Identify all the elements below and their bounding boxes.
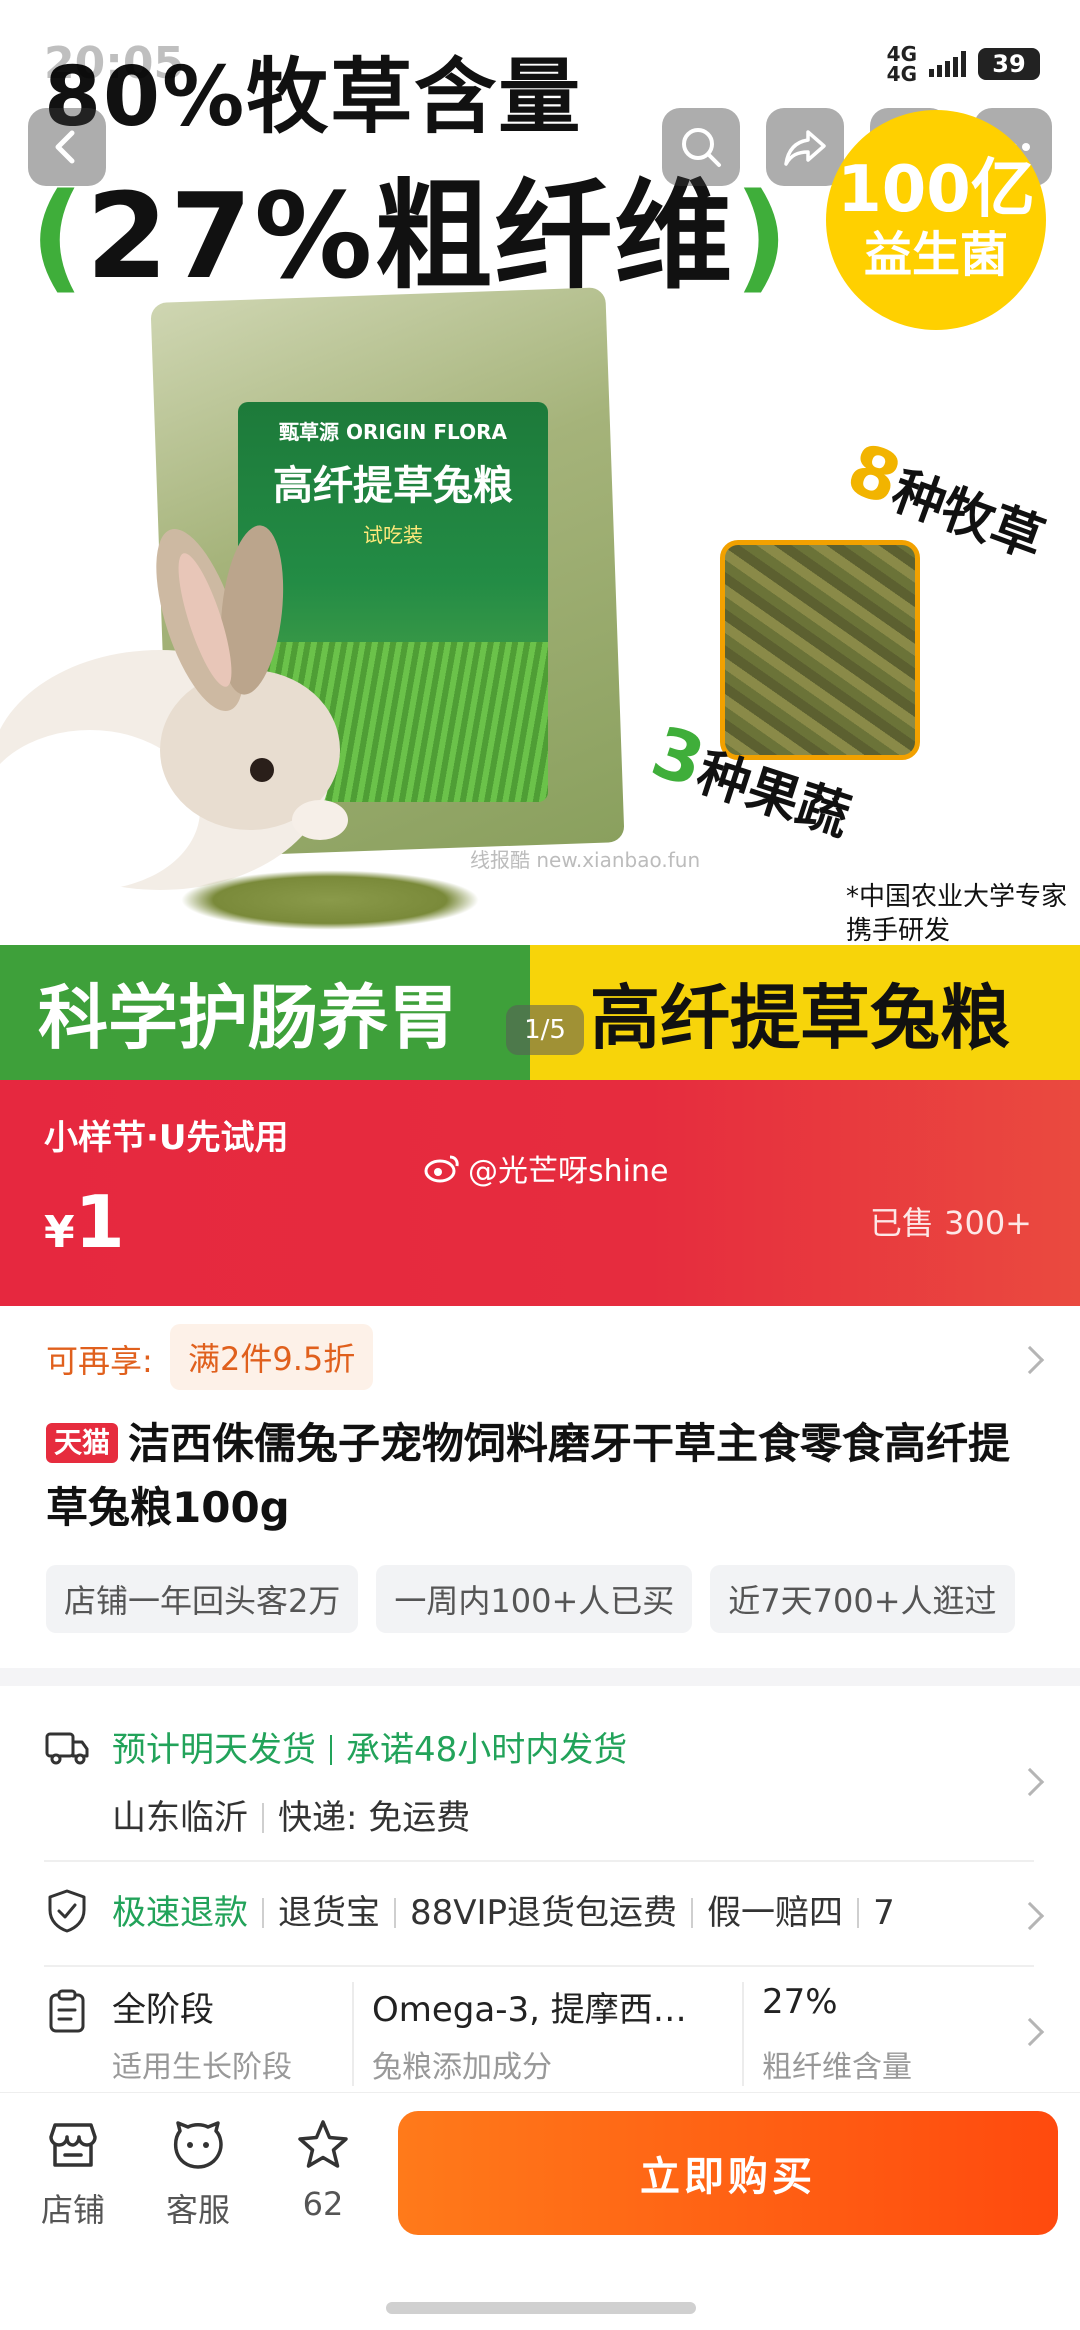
store-icon (49, 2123, 97, 2167)
tag-weekly-buyers: 一周内100+人已买 (376, 1565, 693, 1633)
price-value: 1 (74, 1180, 125, 1264)
bottom-action-bar: 店铺 客服 62 立即购买 (0, 2092, 1080, 2330)
delivery-truck-icon (45, 1732, 89, 1765)
product-title: 天猫 洁西侏儒兔子宠物饲料磨牙干草主食零食高纤提草兔粮100g (46, 1412, 1046, 1540)
row-divider (44, 1965, 1034, 1967)
customer-service-button[interactable]: 客服 (143, 2117, 253, 2231)
status-time: 20:05 (44, 38, 185, 89)
back-button[interactable] (28, 108, 106, 186)
discount-row[interactable]: 可再享: 满2件9.5折 (0, 1320, 1080, 1402)
customer-service-label: 客服 (165, 2191, 230, 2229)
shop-label: 店铺 (40, 2191, 105, 2229)
attribute-item: 全阶段 适用生长阶段 (112, 1982, 352, 2086)
rabbit-image (0, 525, 348, 890)
social-proof-tags: 店铺一年回头客2万 一周内100+人已买 近7天700+人逛过 (46, 1565, 1080, 1635)
bag-brand: 甄草源 ORIGIN FLORA (279, 420, 507, 444)
section-divider (0, 1668, 1080, 1686)
network-indicator-2: 4G (886, 62, 917, 86)
attributes-list: 全阶段 适用生长阶段 Omega-3, 提摩西… 兔粮添加成分 27% 粗纤维含… (112, 1982, 992, 2086)
shipping-estimate: 预计明天发货 承诺48小时内发货 (112, 1722, 627, 1771)
tmall-badge: 天猫 (46, 1423, 119, 1463)
attribute-value: 27% (762, 1982, 838, 2022)
probiotic-badge: 100亿 益生菌 (826, 110, 1046, 330)
research-note: *中国农业大学专家 携手研发 (846, 880, 1067, 948)
signal-icon (929, 51, 966, 77)
shipping-promise: 承诺48小时内发货 (346, 1730, 628, 1770)
chevron-left-icon (55, 130, 75, 164)
battery-icon: 39 (978, 48, 1040, 80)
return-insurance: 退货宝 (278, 1893, 380, 1933)
sold-count: 已售 300+ (869, 1204, 1032, 1242)
banner-gut-care: 科学护肠养胃 (0, 945, 530, 1080)
shipping-details: 山东临沂 快递: 免运费 (112, 1790, 470, 1839)
tag-recent-visitors: 近7天700+人逛过 (710, 1565, 1015, 1633)
attribute-value: 全阶段 (112, 1990, 214, 2030)
network-indicator: 4G 4G (886, 42, 917, 86)
tag-returning-customers: 店铺一年回头客2万 (46, 1565, 359, 1633)
favorite-button[interactable]: 62 (268, 2117, 378, 2223)
shipping-estimate-text: 预计明天发货 (112, 1730, 316, 1770)
row-divider (44, 1860, 1034, 1862)
attribute-item: 27% 粗纤维含量 (742, 1982, 992, 2086)
bag-title: 高纤提草兔粮 (273, 463, 513, 509)
shield-check-icon (48, 1889, 86, 1933)
product-image-carousel[interactable]: 80%牧草含量 20:05 (27%粗纤维) 4G 4G 39 100亿 益生菌… (0, 0, 1080, 1080)
fast-refund: 极速退款 (112, 1893, 248, 1933)
star-icon (298, 2120, 348, 2168)
probiotic-badge-amount: 100亿 (837, 153, 1035, 227)
returns-info: 极速退款 退货宝 88VIP退货包运费 假一赔四 7 (112, 1885, 992, 1934)
clipboard-icon (49, 1989, 85, 2033)
attribute-key: 兔粮添加成分 (372, 2050, 552, 2085)
attribute-item: Omega-3, 提摩西… 兔粮添加成分 (352, 1982, 742, 2086)
weibo-icon (424, 1155, 459, 1183)
watermark-text: 线报酷 new.xianbao.fun (470, 848, 701, 872)
share-icon (784, 130, 826, 166)
price: ¥1 (44, 1180, 125, 1264)
banner-product-name: 高纤提草兔粮 (530, 945, 1080, 1080)
shipping-origin: 山东临沂 (112, 1798, 248, 1838)
shop-button[interactable]: 店铺 (18, 2117, 128, 2231)
express-label: 快递: (278, 1798, 358, 1838)
express-fee: 免运费 (368, 1798, 471, 1838)
fake-compensation: 假一赔四 (707, 1893, 844, 1933)
chevron-right-icon (1015, 1901, 1045, 1931)
home-indicator[interactable] (386, 2302, 696, 2314)
research-note-line-2: 携手研发 (846, 916, 951, 946)
product-title-text: 洁西侏儒兔子宠物饲料磨牙干草主食零食高纤提草兔粮100g (46, 1419, 1011, 1532)
attribute-key: 粗纤维含量 (762, 2050, 912, 2085)
promo-tag: 小样节·U先试用 (44, 1118, 289, 1158)
pellet-closeup-image (720, 540, 920, 760)
weibo-handle: @光芒呀shine (468, 1154, 669, 1189)
discount-label: 可再享: (46, 1342, 153, 1380)
share-button[interactable] (766, 108, 844, 186)
favorite-count: 62 (302, 2185, 344, 2223)
chevron-right-icon (1015, 2017, 1045, 2047)
status-bar-right: 4G 4G 39 (887, 44, 1040, 84)
attribute-key: 适用生长阶段 (112, 2050, 292, 2085)
carousel-page-indicator: 1/5 (506, 1005, 584, 1055)
pellet-pile (180, 870, 480, 930)
research-note-line-1: *中国农业大学专家 (846, 882, 1068, 912)
seven-day-return: 7 (873, 1893, 895, 1933)
customer-service-icon (173, 2121, 223, 2169)
buy-now-button[interactable]: 立即购买 (398, 2111, 1058, 2235)
chevron-right-icon (1015, 1767, 1045, 1797)
search-button[interactable] (662, 108, 740, 186)
attribute-value: Omega-3, 提摩西… (372, 1990, 687, 2030)
chevron-right-icon (1015, 1345, 1045, 1375)
hero-headline-fiber-text: 27%粗纤维 (85, 167, 735, 305)
probiotic-badge-label: 益生菌 (863, 227, 1008, 283)
price-currency: ¥ (44, 1207, 75, 1258)
price-banner: 小样节·U先试用 @光芒呀shine ¥1 已售 300+ (0, 1080, 1080, 1306)
discount-chip: 满2件9.5折 (170, 1324, 374, 1390)
weibo-watermark: @光芒呀shine (424, 1146, 668, 1190)
search-icon (682, 128, 721, 167)
vip-free-return: 88VIP退货包运费 (410, 1893, 678, 1933)
